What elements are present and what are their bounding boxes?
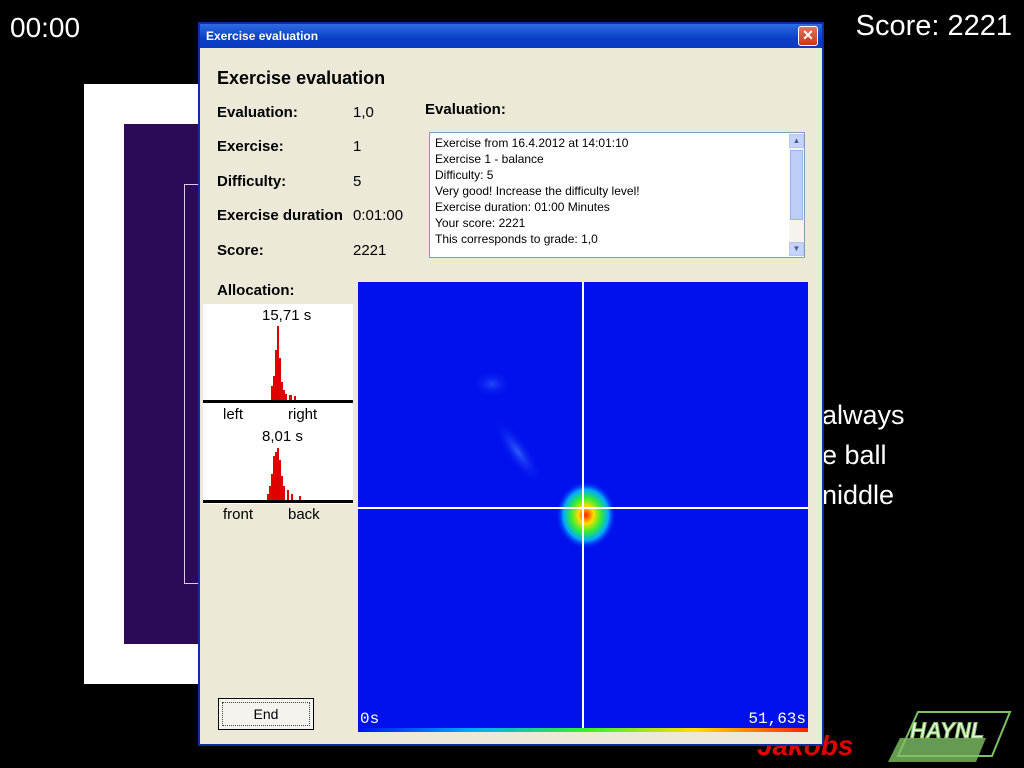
field-value-difficulty: 5 (353, 173, 362, 190)
instruction-line-3: niddle (822, 480, 895, 510)
dialog-title: Exercise evaluation (206, 29, 319, 43)
evaluation-line: Exercise from 16.4.2012 at 14:01:10 (435, 136, 629, 150)
heatmap-max-label: 51,63s (748, 710, 806, 728)
title-bar[interactable]: Exercise evaluation ✕ (200, 24, 822, 48)
evaluation-line: Exercise 1 - balance (435, 152, 544, 166)
fb-histogram-axis (203, 500, 353, 503)
chevron-down-icon: ▼ (792, 244, 801, 253)
lr-histogram-value: 15,71 s (262, 307, 312, 324)
instruction-line-2: e ball (822, 440, 887, 470)
evaluation-line: Exercise duration: 01:00 Minutes (435, 200, 610, 214)
chevron-up-icon: ▲ (792, 136, 801, 145)
heatmap-canvas (358, 282, 808, 732)
score-display: Score: 2221 (855, 10, 1012, 42)
field-value-duration: 0:01:00 (353, 207, 404, 224)
field-label-score: Score: (217, 242, 264, 259)
close-icon: ✕ (802, 27, 814, 43)
evaluation-line: Your score: 2221 (435, 216, 526, 230)
field-label-difficulty: Difficulty: (217, 173, 287, 190)
field-label-exercise: Exercise: (217, 138, 284, 155)
scroll-down-button[interactable]: ▼ (789, 242, 804, 256)
evaluation-line: Difficulty: 5 (435, 168, 494, 182)
fb-histogram-back-label: back (288, 506, 320, 523)
field-label-duration: Exercise duration (217, 207, 343, 224)
end-button-label: End (222, 702, 310, 726)
haynl-logo: HAYNL (888, 711, 1012, 762)
heatmap-colorbar (358, 728, 808, 732)
evaluation-text-label: Evaluation: (425, 101, 506, 118)
lr-histogram (271, 326, 296, 400)
end-button[interactable]: End (218, 698, 314, 730)
field-label-evaluation: Evaluation: (217, 104, 298, 121)
scroll-up-button[interactable]: ▲ (789, 134, 804, 148)
close-button[interactable]: ✕ (798, 26, 818, 46)
lr-histogram-left-label: left (223, 406, 244, 423)
scroll-thumb[interactable] (790, 150, 803, 220)
vertical-scrollbar[interactable]: ▲ ▼ (789, 134, 804, 256)
instruction-line-1: always (822, 400, 905, 430)
evaluation-text: Exercise from 16.4.2012 at 14:01:10 Exer… (435, 135, 640, 247)
allocation-panel: 15,71 s left right 8,01 s front back (203, 304, 353, 523)
allocation-label: Allocation: (217, 282, 295, 299)
field-value-exercise: 1 (353, 138, 362, 155)
lr-histogram-right-label: right (288, 406, 318, 423)
evaluation-textarea[interactable]: Exercise from 16.4.2012 at 14:01:10 Exer… (429, 132, 805, 258)
heatmap: 0s 51,63s (358, 282, 808, 732)
fb-histogram-value: 8,01 s (262, 428, 303, 445)
heatmap-min-label: 0s (360, 710, 380, 728)
field-value-score: 2221 (353, 242, 387, 259)
evaluation-dialog: Exercise evaluation ✕ Exercise evaluatio… (198, 22, 824, 746)
evaluation-line: Very good! Increase the difficulty level… (435, 184, 640, 198)
lr-histogram-axis (203, 400, 353, 403)
lr-histogram-bars (271, 326, 296, 400)
haynl-logo-text: HAYNL (910, 718, 984, 743)
evaluation-line: This corresponds to grade: 1,0 (435, 232, 598, 246)
fb-histogram (267, 448, 301, 500)
fb-histogram-bars (267, 448, 301, 500)
heatmap-hotspot (556, 481, 616, 549)
timer: 00:00 (10, 12, 81, 43)
field-value-evaluation: 1,0 (353, 104, 374, 121)
dialog-heading: Exercise evaluation (217, 68, 386, 88)
fb-histogram-front-label: front (223, 506, 254, 523)
